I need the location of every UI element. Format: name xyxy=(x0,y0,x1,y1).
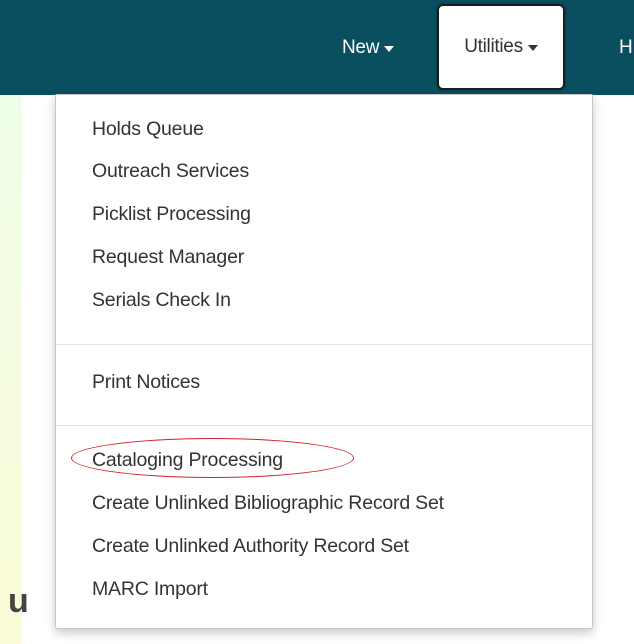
nav-utilities-label: Utilities xyxy=(464,36,523,57)
menu-item-print-notices[interactable]: Print Notices xyxy=(92,371,200,394)
top-navbar: New Utilities H xyxy=(0,0,634,95)
nav-new-menu[interactable]: New xyxy=(342,0,395,95)
menu-item-picklist-processing[interactable]: Picklist Processing xyxy=(92,203,251,226)
menu-item-outreach-services[interactable]: Outreach Services xyxy=(92,160,249,183)
nav-help-menu[interactable]: H xyxy=(619,0,633,95)
caret-down-icon xyxy=(384,45,395,52)
page-background-strip xyxy=(0,95,22,644)
nav-help-label: H xyxy=(619,36,633,58)
utilities-dropdown-menu: Holds Queue Outreach Services Picklist P… xyxy=(55,94,593,629)
menu-divider xyxy=(56,344,592,345)
menu-item-cataloging-processing[interactable]: Cataloging Processing xyxy=(92,449,283,472)
menu-item-holds-queue[interactable]: Holds Queue xyxy=(92,118,204,141)
menu-item-marc-import[interactable]: MARC Import xyxy=(92,578,208,601)
menu-item-serials-check-in[interactable]: Serials Check In xyxy=(92,289,231,312)
caret-down-icon xyxy=(527,45,538,51)
menu-item-request-manager[interactable]: Request Manager xyxy=(92,246,244,269)
page-heading: u xyxy=(8,582,29,620)
menu-divider xyxy=(56,425,592,426)
nav-new-label: New xyxy=(342,36,380,58)
nav-utilities-menu[interactable]: Utilities xyxy=(437,4,565,90)
menu-item-create-unlinked-bibliographic-record-set[interactable]: Create Unlinked Bibliographic Record Set xyxy=(92,492,444,515)
menu-item-create-unlinked-authority-record-set[interactable]: Create Unlinked Authority Record Set xyxy=(92,535,409,558)
